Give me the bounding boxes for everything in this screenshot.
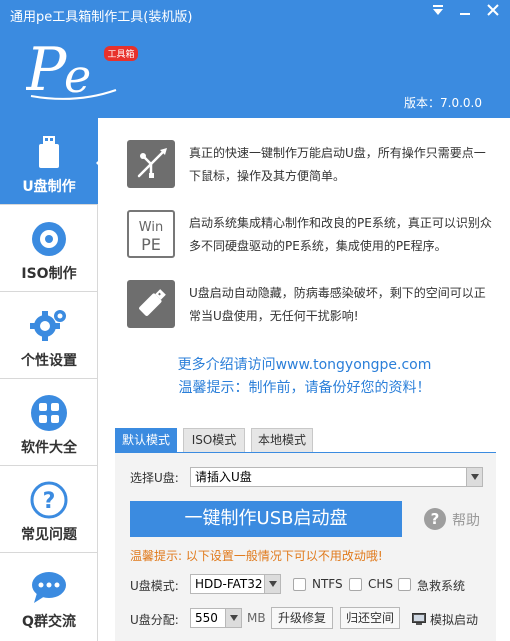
sidebar-item-label: ISO制作 (21, 266, 77, 282)
chevron-down-icon (466, 468, 482, 486)
chevron-down-icon (264, 575, 280, 593)
select-disk-dropdown[interactable]: 请插入U盘 (190, 467, 483, 487)
app-logo: P e 工具箱 (25, 32, 146, 105)
sidebar-item-label: U盘制作 (22, 179, 76, 195)
usb-mode-label: U盘模式: (130, 579, 179, 593)
usb-alloc-dropdown[interactable]: 550 (190, 608, 242, 628)
tab-local-mode[interactable]: 本地模式 (251, 428, 313, 452)
emergency-system-checkbox[interactable] (398, 578, 411, 591)
chat-bubble-icon (29, 567, 69, 607)
window-title: 通用pe工具箱制作工具(装机版) (10, 10, 193, 25)
chs-checkbox[interactable] (349, 578, 362, 591)
usb-mode-value: HDD-FAT32 (195, 577, 263, 591)
close-icon[interactable] (483, 3, 503, 21)
usb-mode-dropdown[interactable]: HDD-FAT32 (190, 574, 281, 594)
select-disk-value: 请插入U盘 (195, 470, 252, 484)
apps-grid-icon (29, 393, 69, 433)
sidebar-item-personal-settings[interactable]: 个性设置 (0, 292, 98, 379)
svg-text:e: e (64, 49, 91, 102)
sidebar-item-usb-make[interactable]: U盘制作 (0, 118, 105, 205)
make-usb-boot-button[interactable]: 一键制作USB启动盘 (130, 501, 402, 537)
sidebar-item-iso-make[interactable]: ISO制作 (0, 205, 98, 292)
usb-alloc-label: U盘分配: (130, 613, 179, 627)
title-bar: 通用pe工具箱制作工具(装机版) P e 工具箱 版本：7.0.0.0 (0, 0, 510, 118)
tab-iso-mode[interactable]: ISO模式 (183, 428, 245, 452)
feature-usb-oneclick: 真正的快速一键制作万能启动U盘，所有操作只需要点一下鼠标，操作及其方便简单。 (127, 140, 497, 200)
winpe-icon: Win PE (127, 210, 175, 258)
svg-text:P: P (26, 35, 68, 102)
chs-label: CHS (368, 577, 394, 591)
feature-text: 真正的快速一键制作万能启动U盘，所有操作只需要点一下鼠标，操作及其方便简单。 (189, 146, 486, 183)
simulate-boot-label[interactable]: 模拟启动 (430, 611, 478, 628)
sidebar-item-faq[interactable]: ? 常见问题 (0, 466, 98, 553)
website-link[interactable]: 更多介绍请访问www.tongyongpe.com (99, 354, 510, 374)
usb-stick-icon (127, 280, 175, 328)
feature-text: U盘启动自动隐藏，防病毒感染破坏，剩下的空间可以正常当U盘使用，无任何干扰影响! (189, 286, 486, 323)
svg-text:?: ? (43, 489, 56, 514)
usb-symbol-icon (127, 140, 175, 188)
backup-tip: 温馨提示：制作前，请备份好您的资料！ (178, 380, 431, 396)
feature-text: 启动系统集成精心制作和改良的PE系统，真正可以识别众多不同硬盘驱动的PE系统，集… (189, 216, 492, 253)
sidebar-item-label: 常见问题 (21, 527, 77, 543)
svg-text:PE: PE (141, 235, 161, 254)
menu-dropdown-icon[interactable] (428, 3, 448, 22)
select-disk-label: 选择U盘: (130, 471, 179, 485)
sidebar-item-label: 软件大全 (21, 440, 77, 456)
minimize-icon[interactable] (455, 3, 475, 22)
sidebar: U盘制作 ISO制作 个性设置 软件大全 ? 常见问题 Q群交流 (0, 118, 105, 641)
help-icon: ? (424, 508, 446, 530)
sidebar-item-label: 个性设置 (21, 353, 77, 369)
ntfs-label: NTFS (312, 577, 343, 591)
upgrade-repair-button[interactable]: 升级修复 (271, 607, 333, 629)
gear-icon (29, 306, 69, 346)
simulate-boot-icon[interactable] (412, 611, 426, 625)
ntfs-checkbox[interactable] (293, 578, 306, 591)
sidebar-item-qq-group[interactable]: Q群交流 (0, 553, 98, 640)
tab-default-mode[interactable]: 默认模式 (115, 428, 177, 452)
feature-winpe: Win PE 启动系统集成精心制作和改良的PE系统，真正可以识别众多不同硬盘驱动… (127, 210, 497, 270)
emergency-system-label: 急救系统 (417, 579, 466, 593)
svg-text:工具箱: 工具箱 (107, 48, 134, 60)
main-content: 真正的快速一键制作万能启动U盘，所有操作只需要点一下鼠标，操作及其方便简单。 W… (99, 118, 510, 641)
svg-text:Win: Win (139, 220, 163, 235)
sidebar-item-label: Q群交流 (22, 614, 76, 630)
version-label: 版本：7.0.0.0 (404, 96, 482, 110)
settings-warning: 温馨提示: 以下设置一般情况下可以不用改动哦! (130, 549, 383, 563)
chevron-down-icon (225, 609, 241, 627)
help-label: 帮助 (452, 513, 480, 529)
usb-alloc-unit: MB (247, 611, 266, 625)
restore-space-button[interactable]: 归还空间 (340, 607, 400, 629)
feature-hidden-partition: U盘启动自动隐藏，防病毒感染破坏，剩下的空间可以正常当U盘使用，无任何干扰影响! (127, 280, 497, 340)
question-icon: ? (29, 480, 69, 520)
sidebar-item-software[interactable]: 软件大全 (0, 379, 98, 466)
usb-alloc-value: 550 (195, 611, 218, 625)
usb-drive-icon (29, 132, 69, 172)
default-mode-panel: 选择U盘: 请插入U盘 一键制作USB启动盘 ? 帮助 温馨提示: 以下设置一般… (115, 452, 496, 641)
disc-icon (29, 219, 69, 259)
